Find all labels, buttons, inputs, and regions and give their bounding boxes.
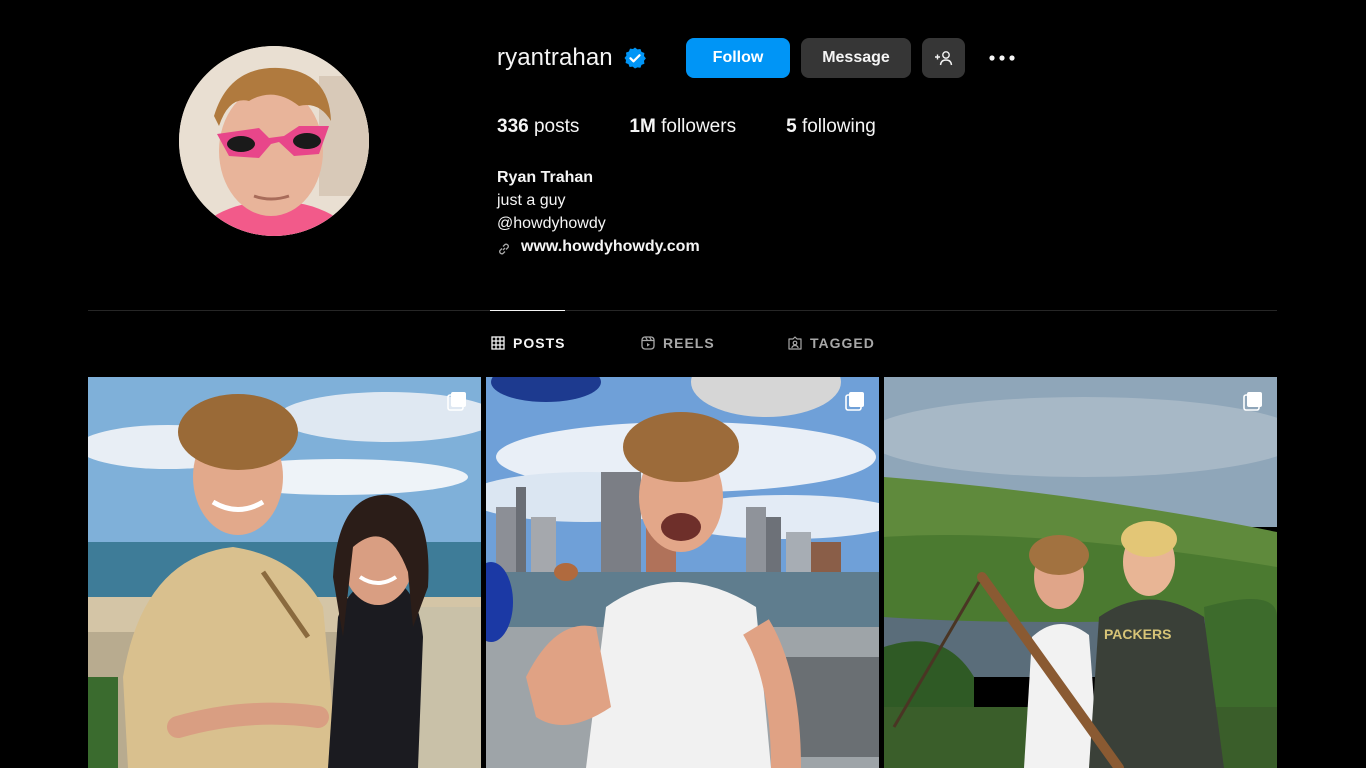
tabs-divider xyxy=(88,310,1277,311)
profile-avatar[interactable] xyxy=(179,46,369,236)
post-item[interactable] xyxy=(88,377,481,768)
more-dots-icon xyxy=(989,55,1015,61)
post-item[interactable]: PACKERS xyxy=(884,377,1277,768)
bio-link-text[interactable]: www.howdyhowdy.com xyxy=(521,235,700,258)
posts-grid: PACKERS xyxy=(88,377,1277,768)
stat-posts: 336 posts xyxy=(497,116,580,137)
profile-bio: Ryan Trahan just a guy @howdyhowdy www.h… xyxy=(497,166,700,258)
profile-header: ryantrahan xyxy=(497,38,647,78)
stat-following[interactable]: 5 following xyxy=(786,116,876,138)
carousel-icon xyxy=(843,389,867,413)
bio-link[interactable]: www.howdyhowdy.com xyxy=(497,235,700,258)
stat-followers[interactable]: 1M followers xyxy=(629,116,736,138)
tab-reels-label: REELS xyxy=(663,335,715,351)
tab-posts-label: POSTS xyxy=(513,335,566,351)
carousel-icon xyxy=(445,389,469,413)
full-name: Ryan Trahan xyxy=(497,169,594,186)
message-button[interactable]: Message xyxy=(801,38,911,78)
bio-mention[interactable]: @howdyhowdy xyxy=(497,212,700,235)
username[interactable]: ryantrahan xyxy=(497,44,613,72)
tagged-icon xyxy=(788,336,802,350)
tab-tagged[interactable]: TAGGED xyxy=(788,335,875,351)
avatar-image xyxy=(179,46,369,236)
follow-button[interactable]: Follow xyxy=(686,38,790,78)
tab-reels[interactable]: REELS xyxy=(641,335,715,351)
tab-tagged-label: TAGGED xyxy=(810,335,875,351)
profile-tabs: POSTS REELS TAGGED xyxy=(0,335,1366,355)
active-tab-indicator xyxy=(490,310,565,311)
profile-stats: 336 posts 1M followers 5 following xyxy=(497,116,926,138)
grid-icon xyxy=(491,336,505,350)
verified-badge-icon xyxy=(623,46,647,70)
suggested-accounts-button[interactable] xyxy=(922,38,965,78)
post-image xyxy=(88,377,481,768)
post-image xyxy=(486,377,879,768)
link-icon xyxy=(497,240,511,254)
tab-posts[interactable]: POSTS xyxy=(491,335,565,351)
bio-line: just a guy xyxy=(497,192,566,209)
reels-icon xyxy=(641,336,655,350)
add-person-icon xyxy=(934,51,952,66)
post-item[interactable] xyxy=(486,377,879,768)
carousel-icon xyxy=(1241,389,1265,413)
svg-text:PACKERS: PACKERS xyxy=(1104,626,1171,642)
post-image: PACKERS xyxy=(884,377,1277,768)
more-options-button[interactable] xyxy=(982,38,1022,78)
